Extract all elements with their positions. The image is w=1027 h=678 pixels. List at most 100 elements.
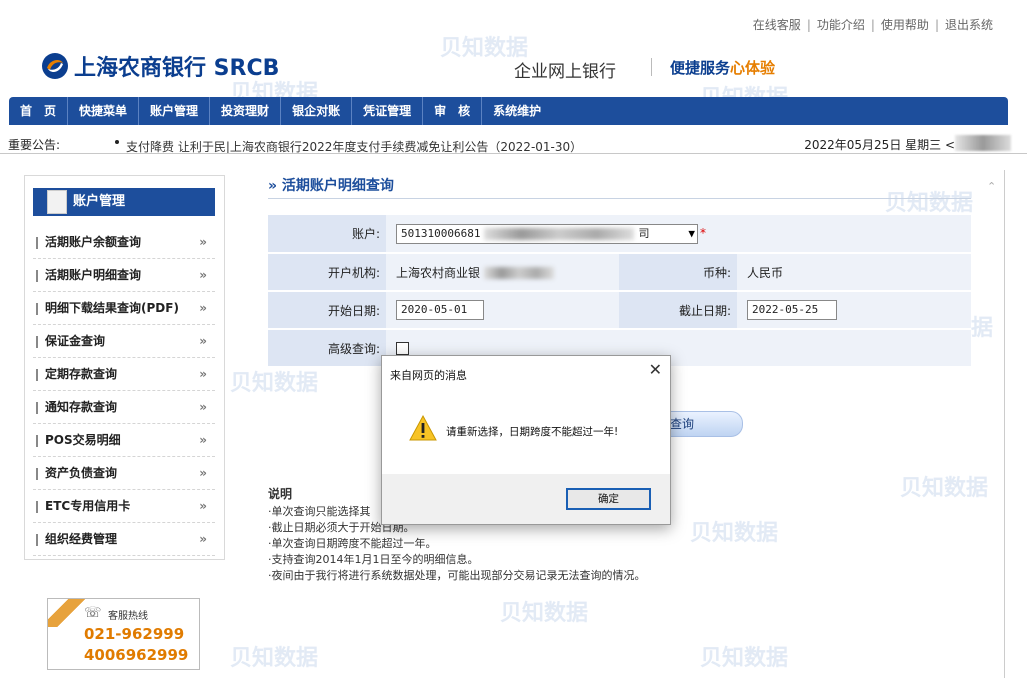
chevron-right-icon: » <box>199 334 207 348</box>
main-navbar: 首 页 快捷菜单 账户管理 投资理财 银企对账 凭证管理 审 核 系统维护 <box>9 97 1008 125</box>
chevron-right-icon: » <box>199 301 207 315</box>
chevron-right-icon: » <box>199 499 207 513</box>
query-form: 账户: 501310006681 司 ▼ * 开户机构: 上海农村商业银 币种: … <box>268 215 971 368</box>
start-date-input[interactable]: 2020-05-01 <box>396 300 484 320</box>
bank-logo: 上海农商银行 SRCB <box>40 50 279 82</box>
sidebar-item-notice-deposit[interactable]: 通知存款查询» <box>33 391 215 424</box>
currency-value: 人民币 <box>737 253 971 292</box>
institution-cell: 上海农村商业银 <box>386 253 619 292</box>
hotline-number: 4006962999 <box>84 646 189 664</box>
end-date-cell: 2022-05-25 <box>737 291 971 330</box>
watermark: 贝知数据 <box>230 371 319 396</box>
notes-line: ·夜间由于我行将进行系统数据处理，可能出现部分交易记录无法查询的情况。 <box>268 569 646 582</box>
alert-dialog: 来自网页的消息 ✕ 请重新选择，日期跨度不能超过一年! 确定 <box>381 355 671 525</box>
sidebar-item-balance-sheet[interactable]: 资产负债查询» <box>33 457 215 490</box>
hotline-label: 客服热线 <box>108 611 148 622</box>
divider <box>268 198 971 199</box>
chevron-right-icon: » <box>199 466 207 480</box>
sidebar-item-balance-query[interactable]: 活期账户余额查询» <box>33 226 215 259</box>
sidebar-item-org-funds[interactable]: 组织经费管理» <box>33 523 215 556</box>
watermark: 贝知数据 <box>885 191 974 216</box>
nav-account-management[interactable]: 账户管理 <box>139 97 211 125</box>
link-features[interactable]: 功能介绍 <box>817 18 865 32</box>
institution-label: 开户机构: <box>268 253 386 292</box>
scroll-up-icon[interactable]: ⌃ <box>987 180 999 193</box>
scrollbar-track[interactable] <box>1004 170 1005 678</box>
warning-icon <box>409 414 437 441</box>
sidebar-item-etc-card[interactable]: ETC专用信用卡» <box>33 490 215 523</box>
sidebar-item-detail-query[interactable]: 活期账户明细查询» <box>33 259 215 292</box>
nav-home[interactable]: 首 页 <box>9 97 69 125</box>
close-icon[interactable]: ✕ <box>649 360 662 379</box>
sidebar-menu: 活期账户余额查询» 活期账户明细查询» 明细下载结果查询(PDF)» 保证金查询… <box>33 226 215 556</box>
chevron-right-icon: » <box>199 433 207 447</box>
sidebar-item-fixed-deposit[interactable]: 定期存款查询» <box>33 358 215 391</box>
notes-line: ·支持查询2014年1月1日至今的明细信息。 <box>268 553 479 566</box>
watermark: 贝知数据 <box>700 646 789 671</box>
advanced-query-checkbox[interactable] <box>396 342 409 355</box>
chevron-down-icon: ▼ <box>686 224 695 243</box>
ok-button[interactable]: 确定 <box>566 488 651 510</box>
slogan: 便捷服务心体验 <box>670 59 776 77</box>
nav-reconciliation[interactable]: 银企对账 <box>281 97 353 125</box>
bank-logo-text: 上海农商银行 SRCB <box>74 56 280 81</box>
bank-logo-icon <box>42 53 68 79</box>
hotline-number: 021-962999 <box>84 625 185 643</box>
form-row-account: 账户: 501310006681 司 ▼ * <box>268 215 971 254</box>
watermark: 贝知数据 <box>230 646 319 671</box>
notice-label: 重要公告: <box>8 138 61 152</box>
bullet-icon <box>115 140 119 144</box>
watermark: 贝知数据 <box>900 476 989 501</box>
end-date-input[interactable]: 2022-05-25 <box>747 300 837 320</box>
document-icon <box>47 190 67 214</box>
sidebar-header: 账户管理 <box>33 188 215 216</box>
sidebar-item-pos-detail[interactable]: POS交易明细» <box>33 424 215 457</box>
watermark: 贝知数据 <box>500 601 589 626</box>
chevron-right-icon: » <box>199 400 207 414</box>
institution-value: 上海农村商业银 <box>396 265 481 280</box>
nav-system[interactable]: 系统维护 <box>482 97 552 125</box>
dialog-message: 请重新选择，日期跨度不能超过一年! <box>446 426 619 438</box>
telephone-icon: ☏ <box>84 605 102 621</box>
nav-review[interactable]: 审 核 <box>423 97 483 125</box>
required-marker: * <box>700 226 706 240</box>
link-online-service[interactable]: 在线客服 <box>753 18 801 32</box>
advanced-label: 高级查询: <box>268 329 386 368</box>
end-date-label: 截止日期: <box>619 291 737 330</box>
link-help[interactable]: 使用帮助 <box>881 18 929 32</box>
redacted-username <box>955 135 1011 151</box>
watermark: 贝知数据 <box>690 521 779 546</box>
dialog-footer: 确定 <box>382 474 670 524</box>
account-label: 账户: <box>268 215 386 254</box>
query-button[interactable]: 查询 <box>659 411 743 437</box>
form-row-institution: 开户机构: 上海农村商业银 币种: 人民币 <box>268 253 971 292</box>
account-select[interactable]: 501310006681 司 ▼ <box>396 223 698 244</box>
hotline-banner[interactable]: ☏ 客服热线 021-962999 4006962999 <box>47 598 200 670</box>
notes-line: ·单次查询日期跨度不能超过一年。 <box>268 537 437 550</box>
notice-bar: 重要公告: 支付降费 让利于民|上海农商银行2022年度支付手续费减免让利公告（… <box>0 131 1027 155</box>
sidebar-item-deposit-margin[interactable]: 保证金查询» <box>33 325 215 358</box>
app-subtitle: 企业网上银行 <box>514 62 616 82</box>
account-cell: 501310006681 司 ▼ * <box>386 215 971 254</box>
start-date-cell: 2020-05-01 <box>386 291 619 330</box>
page-title: » 活期账户明细查询 <box>268 178 394 194</box>
start-date-label: 开始日期: <box>268 291 386 330</box>
top-links: 在线客服 | 功能介绍 | 使用帮助 | 退出系统 <box>752 18 993 32</box>
nav-investment[interactable]: 投资理财 <box>210 97 282 125</box>
nav-shortcut-menu[interactable]: 快捷菜单 <box>68 97 140 125</box>
chevron-right-icon: » <box>199 367 207 381</box>
divider <box>0 153 1027 154</box>
currency-label: 币种: <box>619 253 737 292</box>
form-row-dates: 开始日期: 2020-05-01 截止日期: 2022-05-25 <box>268 291 971 330</box>
chevron-right-icon: » <box>199 235 207 249</box>
decorative-stripe <box>48 599 88 627</box>
dialog-title: 来自网页的消息 <box>390 369 467 382</box>
chevron-right-icon: » <box>199 268 207 282</box>
divider <box>651 58 652 76</box>
nav-voucher[interactable]: 凭证管理 <box>352 97 424 125</box>
chevron-right-icon: » <box>199 532 207 546</box>
link-logout[interactable]: 退出系统 <box>945 18 993 32</box>
sidebar-item-pdf-download[interactable]: 明细下载结果查询(PDF)» <box>33 292 215 325</box>
sidebar: 账户管理 活期账户余额查询» 活期账户明细查询» 明细下载结果查询(PDF)» … <box>24 175 225 560</box>
current-date: 2022年05月25日 星期三 < <box>804 138 955 152</box>
